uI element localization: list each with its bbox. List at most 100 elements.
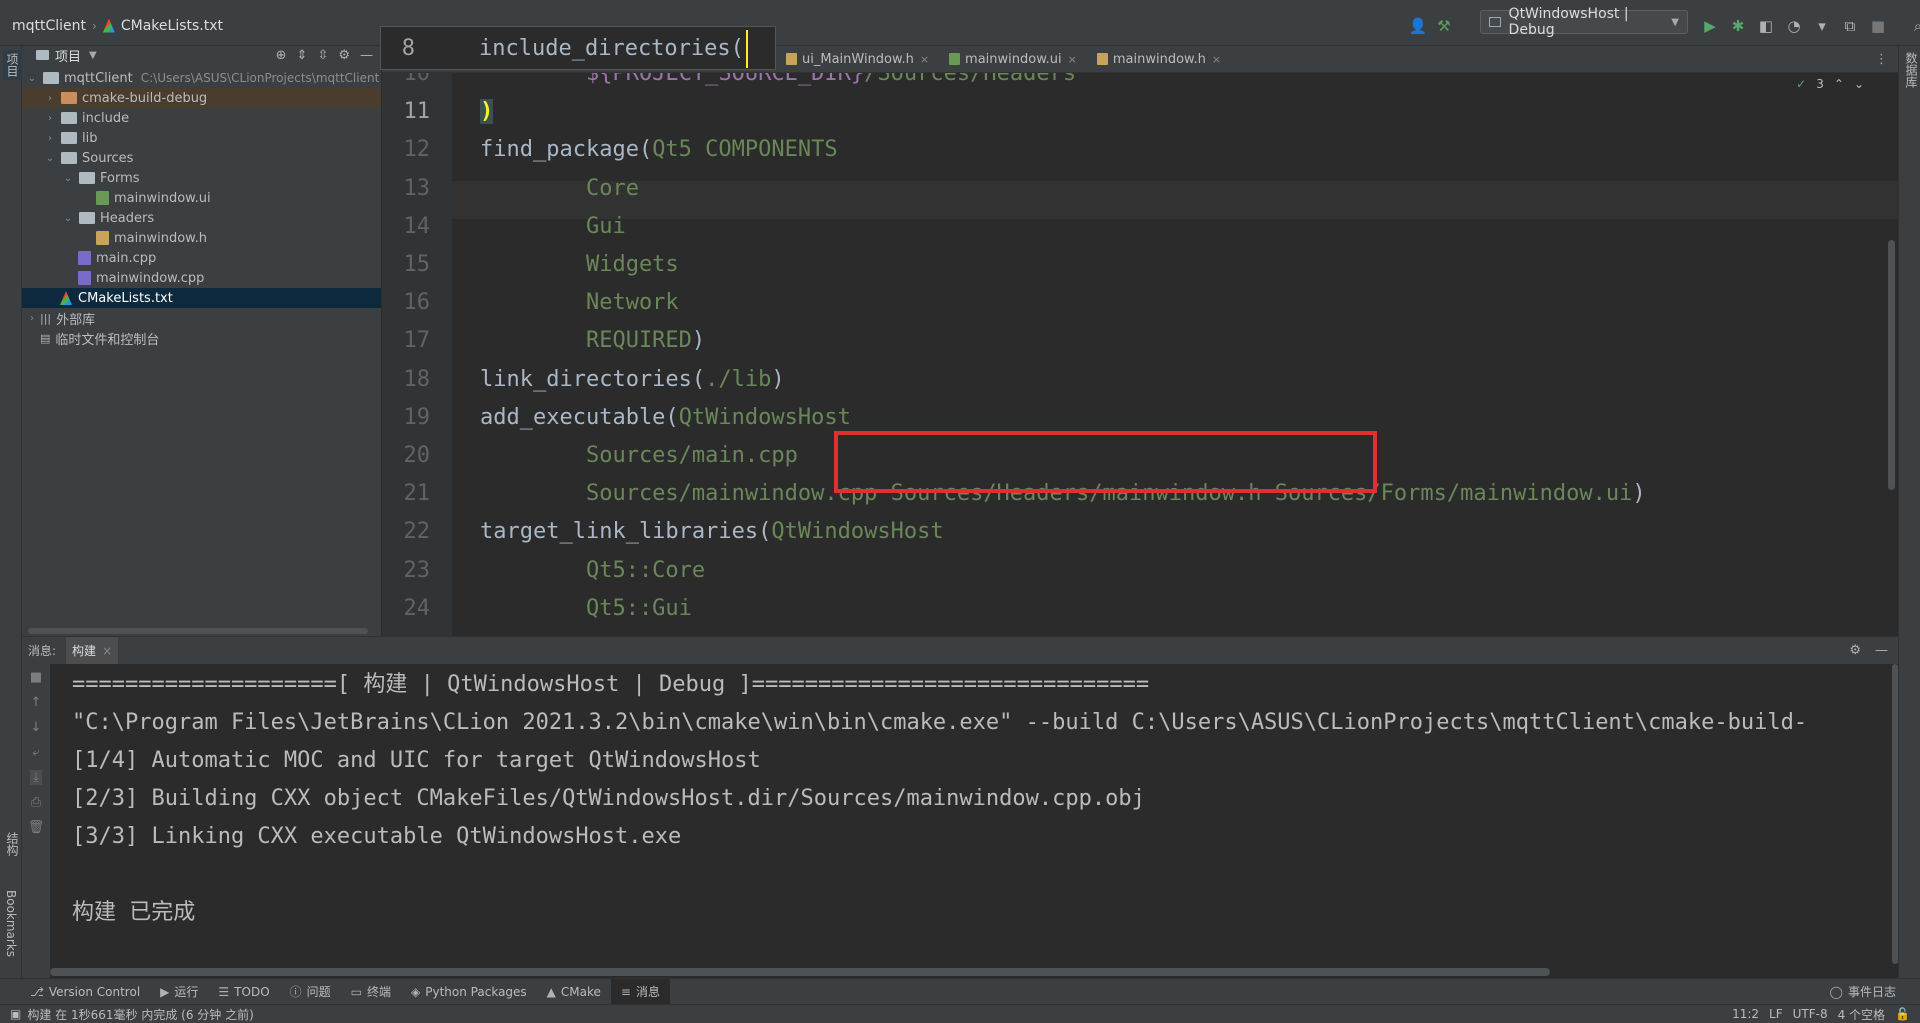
tree-item[interactable]: › include — [22, 108, 381, 128]
close-icon[interactable]: × — [102, 644, 112, 658]
build-output-line: [3/3] Linking CXX executable QtWindowsHo… — [72, 824, 682, 849]
attach-icon[interactable]: ⧉ — [1840, 16, 1860, 36]
bottom-tab[interactable]: ▲ CMake — [537, 979, 611, 1005]
close-icon[interactable]: × — [1068, 53, 1077, 66]
bottom-tab[interactable]: ⓘ 问题 — [280, 979, 341, 1005]
editor-tab[interactable]: mainwindow.ui × — [937, 46, 1085, 73]
editor-tab-label: mainwindow.ui — [965, 51, 1062, 67]
stop-icon[interactable]: ■ — [1868, 16, 1888, 36]
run-configuration-select[interactable]: QtWindowsHost | Debug ▼ — [1480, 6, 1688, 38]
structure-tool-button[interactable]: 结构 — [4, 832, 21, 856]
breadcrumb-project[interactable]: mqttClient — [12, 18, 86, 34]
tree-item[interactable]: mainwindow.h — [22, 228, 381, 248]
bottom-tab[interactable]: ⎇ Version Control — [20, 979, 150, 1005]
project-hscrollbar[interactable] — [28, 628, 368, 634]
debug-icon[interactable]: ✱ — [1728, 16, 1748, 36]
todo-icon: ☰ — [218, 984, 230, 999]
tree-item[interactable]: CMakeLists.txt — [22, 288, 381, 308]
tree-item[interactable]: ⌄ Headers — [22, 208, 381, 228]
soft-wrap-icon[interactable]: ⤶ — [32, 745, 39, 760]
tree-item[interactable]: › cmake-build-debug — [22, 88, 381, 108]
up-arrow-icon[interactable]: ↑ — [31, 695, 42, 710]
locate-icon[interactable]: ⊕ — [276, 48, 287, 63]
editor-tab[interactable]: mainwindow.h × — [1085, 46, 1229, 73]
bookmarks-tool-button[interactable]: Bookmarks — [4, 890, 18, 957]
stop-icon[interactable]: ■ — [30, 670, 42, 685]
more-tabs-icon[interactable]: ⋮ — [1875, 52, 1888, 67]
chevron-right-icon[interactable]: › — [26, 313, 38, 324]
close-icon[interactable]: × — [920, 53, 929, 66]
project-view-icon — [36, 50, 49, 60]
tree-item[interactable]: › lib — [22, 128, 381, 148]
chevron-down-icon[interactable]: ⌄ — [62, 213, 74, 224]
indent-setting[interactable]: 4 个空格 — [1838, 1006, 1885, 1023]
coverage-icon[interactable]: ◧ — [1756, 16, 1776, 36]
chevron-down-icon[interactable]: ⌄ — [62, 173, 74, 184]
tree-item-label: mainwindow.ui — [114, 190, 211, 206]
bottom-tab[interactable]: ≡ 消息 — [610, 978, 670, 1005]
tree-item[interactable]: ⌄ Forms — [22, 168, 381, 188]
gear-icon[interactable]: ⚙ — [1849, 643, 1861, 658]
build-vscrollbar[interactable] — [1892, 664, 1898, 964]
build-hscrollbar[interactable] — [50, 968, 1550, 976]
editor-vscrollbar[interactable] — [1888, 240, 1895, 490]
code-token: ./lib — [705, 366, 772, 392]
bottom-tool-tabs: ⎇ Version Control ▶ 运行 ☰ TODO ⓘ 问题 ▭ 终端 ◈ Python Pa… — [0, 978, 1920, 1005]
chevron-down-icon[interactable]: ⌄ — [26, 73, 38, 84]
editor-tab[interactable]: ui_MainWindow.h × — [774, 46, 937, 73]
build-hammer-icon[interactable]: ⚒ — [1434, 16, 1454, 36]
gear-icon[interactable]: ⚙ — [338, 48, 350, 63]
chevron-down-icon[interactable]: ⌄ — [1854, 77, 1864, 91]
user-icon[interactable]: 👤 — [1408, 16, 1428, 36]
bottom-tab[interactable]: ▶ 运行 — [150, 979, 208, 1005]
hide-icon[interactable]: — — [1875, 643, 1888, 658]
bottom-tab[interactable]: ▭ 终端 — [341, 979, 401, 1005]
more-run-icon[interactable]: ▾ — [1812, 16, 1832, 36]
tree-item[interactable]: ⌄ Sources — [22, 148, 381, 168]
run-icon[interactable]: ▶ — [1700, 16, 1720, 36]
caret-position[interactable]: 11:2 — [1732, 1007, 1759, 1021]
code-line: ${PROJECT_SOURCE_DIR}/Sources/Headers — [480, 73, 1076, 93]
code-editor[interactable]: 10 11 12 13 14 15 16 17 18 19 20 21 22 23 24 ${PROJECT… — [382, 73, 1898, 636]
down-arrow-icon[interactable]: ↓ — [31, 720, 42, 735]
tree-item[interactable]: ▤ 临时文件和控制台 — [22, 328, 381, 348]
line-separator[interactable]: LF — [1769, 1007, 1783, 1021]
tree-item[interactable]: mainwindow.ui — [22, 188, 381, 208]
project-panel-title[interactable]: 项目 — [55, 46, 81, 65]
status-message[interactable]: 构建 在 1秒661毫秒 内完成 (6 分钟 之前) — [27, 1006, 253, 1023]
readonly-lock-icon[interactable]: 🔓 — [1895, 1007, 1910, 1021]
chevron-down-icon[interactable]: ▼ — [89, 50, 97, 61]
chevron-right-icon[interactable]: › — [44, 133, 56, 144]
chevron-down-icon[interactable]: ⌄ — [44, 153, 56, 164]
scroll-to-end-icon[interactable]: ⤓ — [30, 770, 42, 785]
collapse-all-icon[interactable]: ⇳ — [317, 48, 328, 63]
tree-item[interactable]: mainwindow.cpp — [22, 268, 381, 288]
build-output-line: ====================[ 构建 | QtWindowsHost… — [72, 672, 1150, 697]
tree-item[interactable]: main.cpp — [22, 248, 381, 268]
project-tool-button[interactable]: 项目 — [3, 50, 22, 80]
line-number: 12 — [403, 137, 431, 163]
tab-build[interactable]: 构建 × — [66, 636, 119, 665]
chevron-up-icon[interactable]: ⌃ — [1834, 77, 1844, 91]
chevron-right-icon[interactable]: › — [44, 113, 56, 124]
build-output[interactable]: ====================[ 构建 | QtWindowsHost… — [50, 664, 1898, 978]
breadcrumb-file[interactable]: CMakeLists.txt — [121, 18, 223, 34]
tree-item[interactable]: › ||| 外部库 — [22, 308, 381, 328]
code-token: ${ — [585, 73, 613, 86]
file-encoding[interactable]: UTF-8 — [1793, 1007, 1828, 1021]
expand-all-icon[interactable]: ⇕ — [297, 48, 308, 63]
hide-icon[interactable]: — — [360, 48, 373, 63]
event-log-button[interactable]: ◯ 事件日志 — [1820, 979, 1906, 1005]
chevron-right-icon[interactable]: › — [44, 93, 56, 104]
trash-icon[interactable]: 🗑 — [28, 820, 45, 835]
close-icon[interactable]: × — [1212, 53, 1221, 66]
search-icon[interactable]: ⌕ — [1908, 16, 1920, 36]
bottom-tab[interactable]: ◈ Python Packages — [401, 979, 537, 1005]
tree-item[interactable]: ⌄ mqttClient C:\Users\ASUS\CLionProjects\m… — [22, 68, 381, 88]
inspection-count: 3 — [1816, 77, 1824, 91]
inspection-widget[interactable]: ✓ 3 ⌃ ⌄ — [1796, 73, 1864, 95]
database-tool-button[interactable]: 数据库 — [1903, 52, 1920, 88]
bottom-tab[interactable]: ☰ TODO — [208, 979, 279, 1005]
profile-icon[interactable]: ◔ — [1784, 16, 1804, 36]
print-icon[interactable]: ⎙ — [31, 795, 41, 810]
